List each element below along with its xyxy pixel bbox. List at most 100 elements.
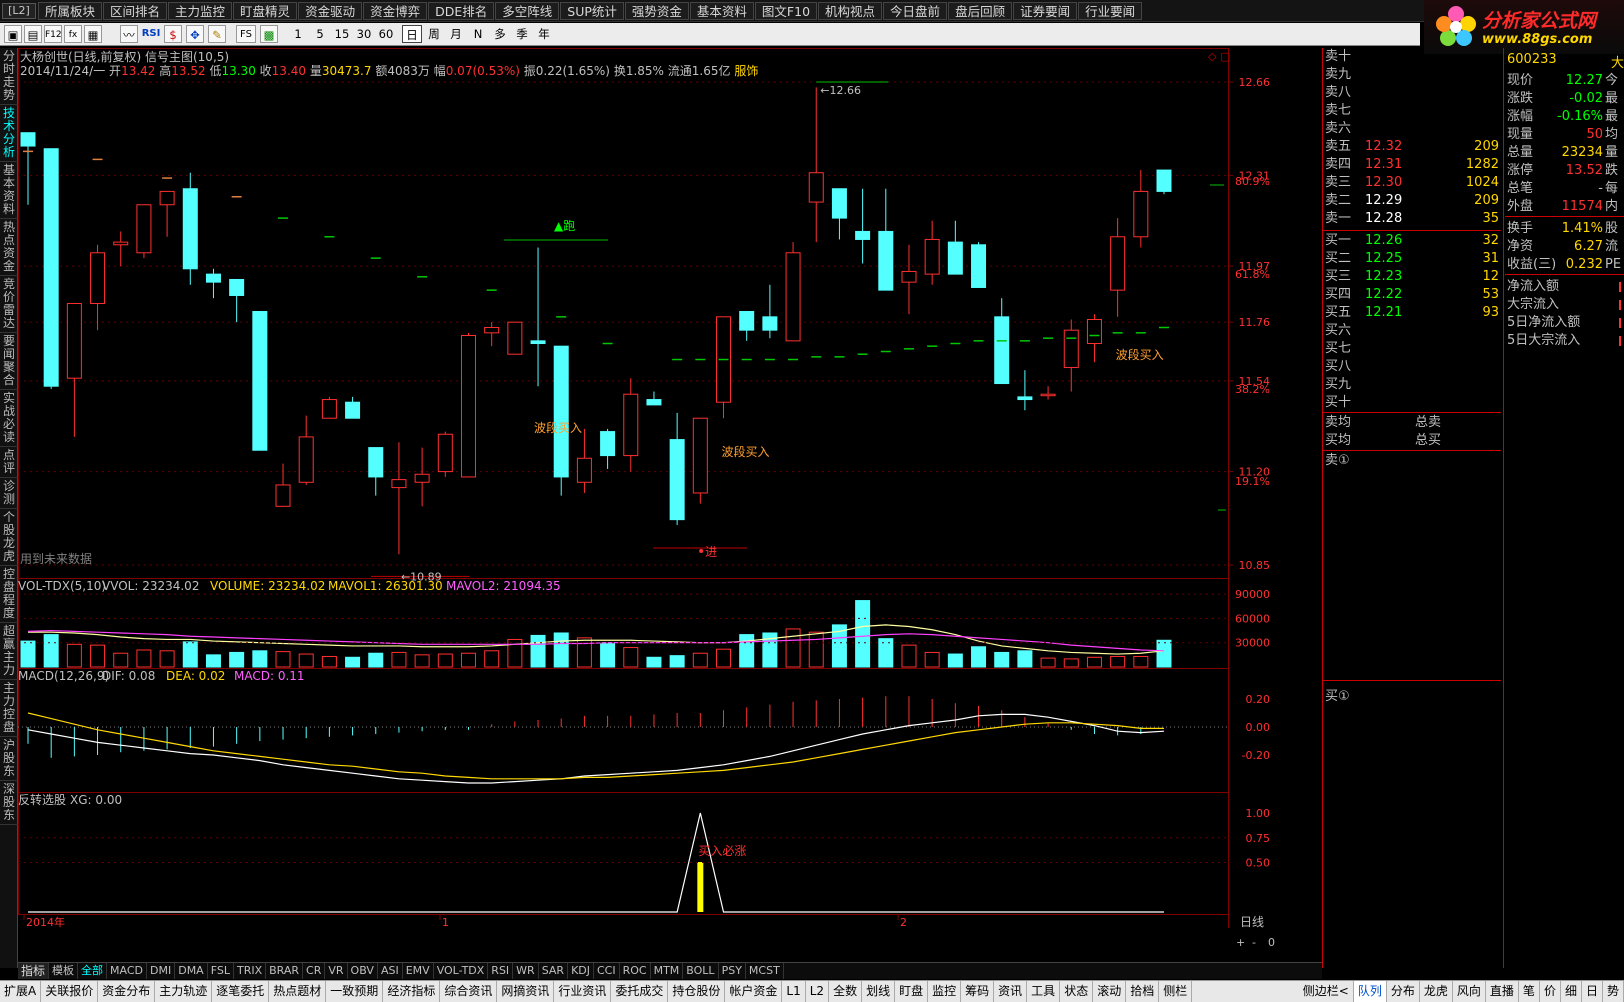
candle-down[interactable] xyxy=(831,188,847,219)
indicator-tab[interactable]: VR xyxy=(325,963,348,979)
candle-up[interactable] xyxy=(1040,393,1056,397)
level2-tag[interactable]: [L2] xyxy=(2,3,36,19)
candle-up[interactable] xyxy=(321,399,337,419)
candle-up[interactable] xyxy=(275,484,291,507)
buy-level-row[interactable]: 买二 12.25 31 xyxy=(1323,250,1501,268)
candle-up[interactable] xyxy=(90,252,106,304)
indicator-tab[interactable]: EMV xyxy=(403,963,434,979)
period-button[interactable]: 月 xyxy=(446,25,466,43)
buy-level-row[interactable]: 买五 12.21 93 xyxy=(1323,304,1501,322)
function-tab[interactable]: 侧栏 xyxy=(1159,981,1193,1002)
function-tab[interactable]: 盯盘 xyxy=(895,981,929,1002)
panel-tab[interactable]: 分布 xyxy=(1387,981,1420,1002)
chart-icon[interactable]: 〰 xyxy=(120,25,138,43)
candle-down[interactable] xyxy=(878,230,894,291)
export-icon[interactable]: ▩ xyxy=(260,25,278,43)
candle-up[interactable] xyxy=(159,190,175,206)
indicator-tab[interactable]: CR xyxy=(303,963,326,979)
candle-down[interactable] xyxy=(20,132,36,147)
candle-up[interactable] xyxy=(1086,318,1102,345)
axis-zoom-control[interactable]: 0 xyxy=(1268,936,1275,949)
buy-level-row[interactable]: 买一 12.26 32 xyxy=(1323,232,1501,250)
indicator-tab[interactable]: DMI xyxy=(147,963,176,979)
sell-level-row[interactable]: 卖八 xyxy=(1323,84,1501,102)
indicator-tab[interactable]: VOL-TDX xyxy=(434,963,489,979)
period-button[interactable]: 季 xyxy=(512,25,532,43)
f12-icon[interactable]: F12 xyxy=(44,25,62,43)
candle-up[interactable] xyxy=(460,335,476,478)
calendar-icon[interactable]: ▤ xyxy=(24,25,42,43)
sell-level-row[interactable]: 卖九 xyxy=(1323,66,1501,84)
menu-item[interactable]: 行业要闻 xyxy=(1078,2,1143,20)
panel-tab[interactable]: 笔 xyxy=(1519,981,1540,1002)
minute-period-button[interactable]: 30 xyxy=(354,25,374,43)
candle-down[interactable] xyxy=(252,310,268,451)
sell-queue-marker[interactable]: 卖① xyxy=(1323,452,1501,470)
fx-icon[interactable]: fx xyxy=(64,25,82,43)
fs-button[interactable]: FS xyxy=(236,25,256,43)
indicator-tab[interactable]: BRAR xyxy=(266,963,304,979)
menu-item[interactable]: 图文F10 xyxy=(754,2,818,20)
sell-level-row[interactable]: 卖二 12.29 209 xyxy=(1323,192,1501,210)
window-icon[interactable]: ▢ xyxy=(1220,50,1230,63)
candle-up[interactable] xyxy=(484,327,500,334)
function-tab[interactable]: 持仓股份 xyxy=(668,981,726,1002)
function-tab[interactable]: 主力轨迹 xyxy=(155,981,213,1002)
indicator-tab[interactable]: OBV xyxy=(348,963,378,979)
function-tab[interactable]: 滚动 xyxy=(1093,981,1127,1002)
period-button[interactable]: 年 xyxy=(534,25,554,43)
function-tab[interactable]: 网摘资讯 xyxy=(497,981,555,1002)
indicator-tab[interactable]: ROC xyxy=(620,963,651,979)
menu-item[interactable]: 机构视点 xyxy=(818,2,883,20)
menu-item[interactable]: 证券要闻 xyxy=(1013,2,1078,20)
left-tab[interactable]: 要闻聚合 xyxy=(0,333,18,390)
minute-period-button[interactable]: 1 xyxy=(288,25,308,43)
candle-up[interactable] xyxy=(1110,236,1126,291)
period-button[interactable]: 周 xyxy=(424,25,444,43)
function-tab[interactable]: 逐笔委托 xyxy=(212,981,270,1002)
kline-chart[interactable]: ←12.66←10.89▲跑进波段买入波段买入波段买入用到未来数据 VOL-TD… xyxy=(18,48,1322,960)
indicator-tab[interactable]: KDJ xyxy=(568,963,594,979)
candle-up[interactable] xyxy=(136,204,152,254)
candle-down[interactable] xyxy=(669,439,685,521)
minute-period-button[interactable]: 15 xyxy=(332,25,352,43)
function-tab[interactable]: 委托成交 xyxy=(611,981,669,1002)
panel-tab[interactable]: 直播 xyxy=(1486,981,1519,1002)
candle-up[interactable] xyxy=(1133,190,1149,238)
candle-up[interactable] xyxy=(785,252,801,342)
menu-item[interactable]: 基本资料 xyxy=(689,2,754,20)
menu-item[interactable]: 资金博弈 xyxy=(363,2,428,20)
menu-item[interactable]: 盯盘精灵 xyxy=(233,2,298,20)
candle-up[interactable] xyxy=(391,479,407,489)
function-tab[interactable]: 全数 xyxy=(829,981,863,1002)
candle-down[interactable] xyxy=(947,241,963,275)
candle-down[interactable] xyxy=(229,278,245,296)
function-tab[interactable]: L2 xyxy=(806,981,830,1002)
open-icon[interactable]: ▣ xyxy=(4,25,22,43)
indicator-tab[interactable]: MTM xyxy=(651,963,684,979)
sell-level-row[interactable]: 卖三 12.30 1024 xyxy=(1323,174,1501,192)
buy-queue-marker[interactable]: 买① xyxy=(1323,688,1501,706)
panel-tab[interactable]: 价 xyxy=(1540,981,1561,1002)
function-tab[interactable]: L1 xyxy=(782,981,806,1002)
candle-up[interactable] xyxy=(113,241,129,246)
function-tab[interactable]: 监控 xyxy=(928,981,962,1002)
candle-up[interactable] xyxy=(66,302,82,379)
function-tab[interactable]: 拾档 xyxy=(1126,981,1160,1002)
buy-level-row[interactable]: 买十 xyxy=(1323,394,1501,412)
candle-up[interactable] xyxy=(298,436,314,483)
period-button[interactable]: 多 xyxy=(490,25,510,43)
panel-tab[interactable]: 侧边栏< xyxy=(1299,981,1354,1002)
menu-item[interactable]: 资金驱动 xyxy=(298,2,363,20)
axis-zoom-control[interactable]: - xyxy=(1252,936,1256,949)
candle-down[interactable] xyxy=(739,310,755,331)
function-tab[interactable]: 筹码 xyxy=(961,981,995,1002)
axis-zoom-control[interactable]: + xyxy=(1236,936,1245,949)
function-tab[interactable]: 资金分布 xyxy=(98,981,156,1002)
indicator-tab[interactable]: WR xyxy=(513,963,539,979)
indicator-tab[interactable]: MACD xyxy=(107,963,147,979)
buy-level-row[interactable]: 买七 xyxy=(1323,340,1501,358)
function-tab[interactable]: 行业资讯 xyxy=(554,981,612,1002)
function-tab[interactable]: 热点题材 xyxy=(269,981,327,1002)
candle-down[interactable] xyxy=(553,345,569,478)
